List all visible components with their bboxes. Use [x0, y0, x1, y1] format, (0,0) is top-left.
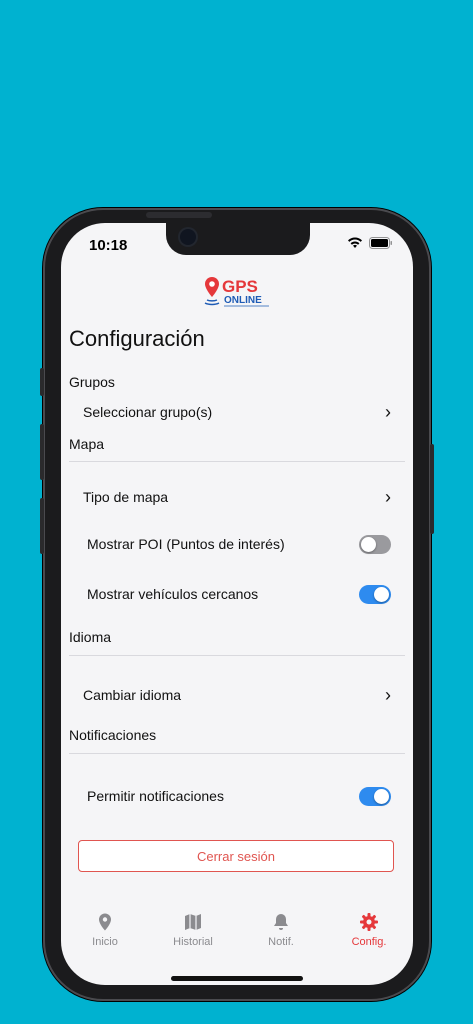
gear-icon	[360, 913, 378, 931]
section-map: Mapa	[69, 436, 105, 452]
map-icon	[185, 914, 201, 930]
show-nearby-row: Mostrar vehículos cercanos	[87, 578, 391, 610]
map-type-row[interactable]: Tipo de mapa ›	[83, 481, 391, 513]
volume-up-button	[40, 424, 44, 480]
notch	[166, 223, 310, 255]
chevron-right-icon: ›	[385, 401, 391, 422]
screen: 10:18 GPS ONLINE Configuración Grupos Se…	[61, 223, 413, 985]
allow-notifications-row: Permitir notificaciones	[87, 780, 391, 812]
tab-label: Notif.	[268, 936, 294, 948]
tab-label: Config.	[351, 936, 387, 948]
tab-label: Historial	[173, 936, 213, 948]
change-language-row[interactable]: Cambiar idioma ›	[83, 679, 391, 711]
wifi-icon	[348, 237, 362, 248]
svg-text:ONLINE: ONLINE	[224, 295, 262, 306]
chevron-right-icon: ›	[385, 486, 391, 507]
divider	[69, 655, 405, 656]
location-pin-icon	[99, 913, 111, 931]
battery-icon	[369, 237, 392, 249]
status-time: 10:18	[89, 237, 128, 254]
show-poi-toggle[interactable]	[359, 534, 391, 554]
show-poi-row: Mostrar POI (Puntos de interés)	[87, 528, 391, 560]
page-title: Configuración	[69, 326, 205, 351]
tab-inicio[interactable]: Inicio	[61, 906, 149, 966]
power-button	[430, 444, 434, 534]
section-language: Idioma	[69, 629, 112, 645]
tab-config[interactable]: Config.	[325, 906, 413, 966]
home-indicator	[171, 976, 303, 981]
tab-bar: Inicio Historial Notif. Config.	[61, 906, 413, 966]
divider	[69, 461, 405, 462]
logout-button[interactable]: Cerrar sesión	[78, 840, 394, 872]
chevron-right-icon: ›	[385, 684, 391, 705]
select-groups-row[interactable]: Seleccionar grupo(s) ›	[83, 396, 391, 428]
bell-icon	[274, 914, 288, 930]
section-notifications: Notificaciones	[69, 727, 157, 743]
show-poi-label: Mostrar POI (Puntos de interés)	[87, 536, 285, 552]
allow-notifications-toggle[interactable]	[359, 786, 391, 806]
speaker-grille	[146, 212, 212, 218]
show-nearby-label: Mostrar vehículos cercanos	[87, 586, 259, 602]
svg-text:GPS: GPS	[222, 277, 258, 296]
select-groups-label: Seleccionar grupo(s)	[83, 404, 213, 420]
divider	[69, 753, 405, 754]
show-nearby-toggle[interactable]	[359, 584, 391, 604]
allow-notifications-label: Permitir notificaciones	[87, 788, 224, 804]
map-type-label: Tipo de mapa	[83, 489, 169, 505]
change-language-label: Cambiar idioma	[83, 687, 182, 703]
volume-down-button	[40, 498, 44, 554]
mute-switch	[40, 368, 44, 396]
gps-online-logo: GPS ONLINE	[203, 275, 273, 309]
status-icons	[347, 237, 393, 249]
tab-label: Inicio	[92, 936, 118, 948]
tab-notif[interactable]: Notif.	[237, 906, 325, 966]
section-groups: Grupos	[69, 374, 115, 390]
tab-historial[interactable]: Historial	[149, 906, 237, 966]
camera	[180, 229, 196, 245]
